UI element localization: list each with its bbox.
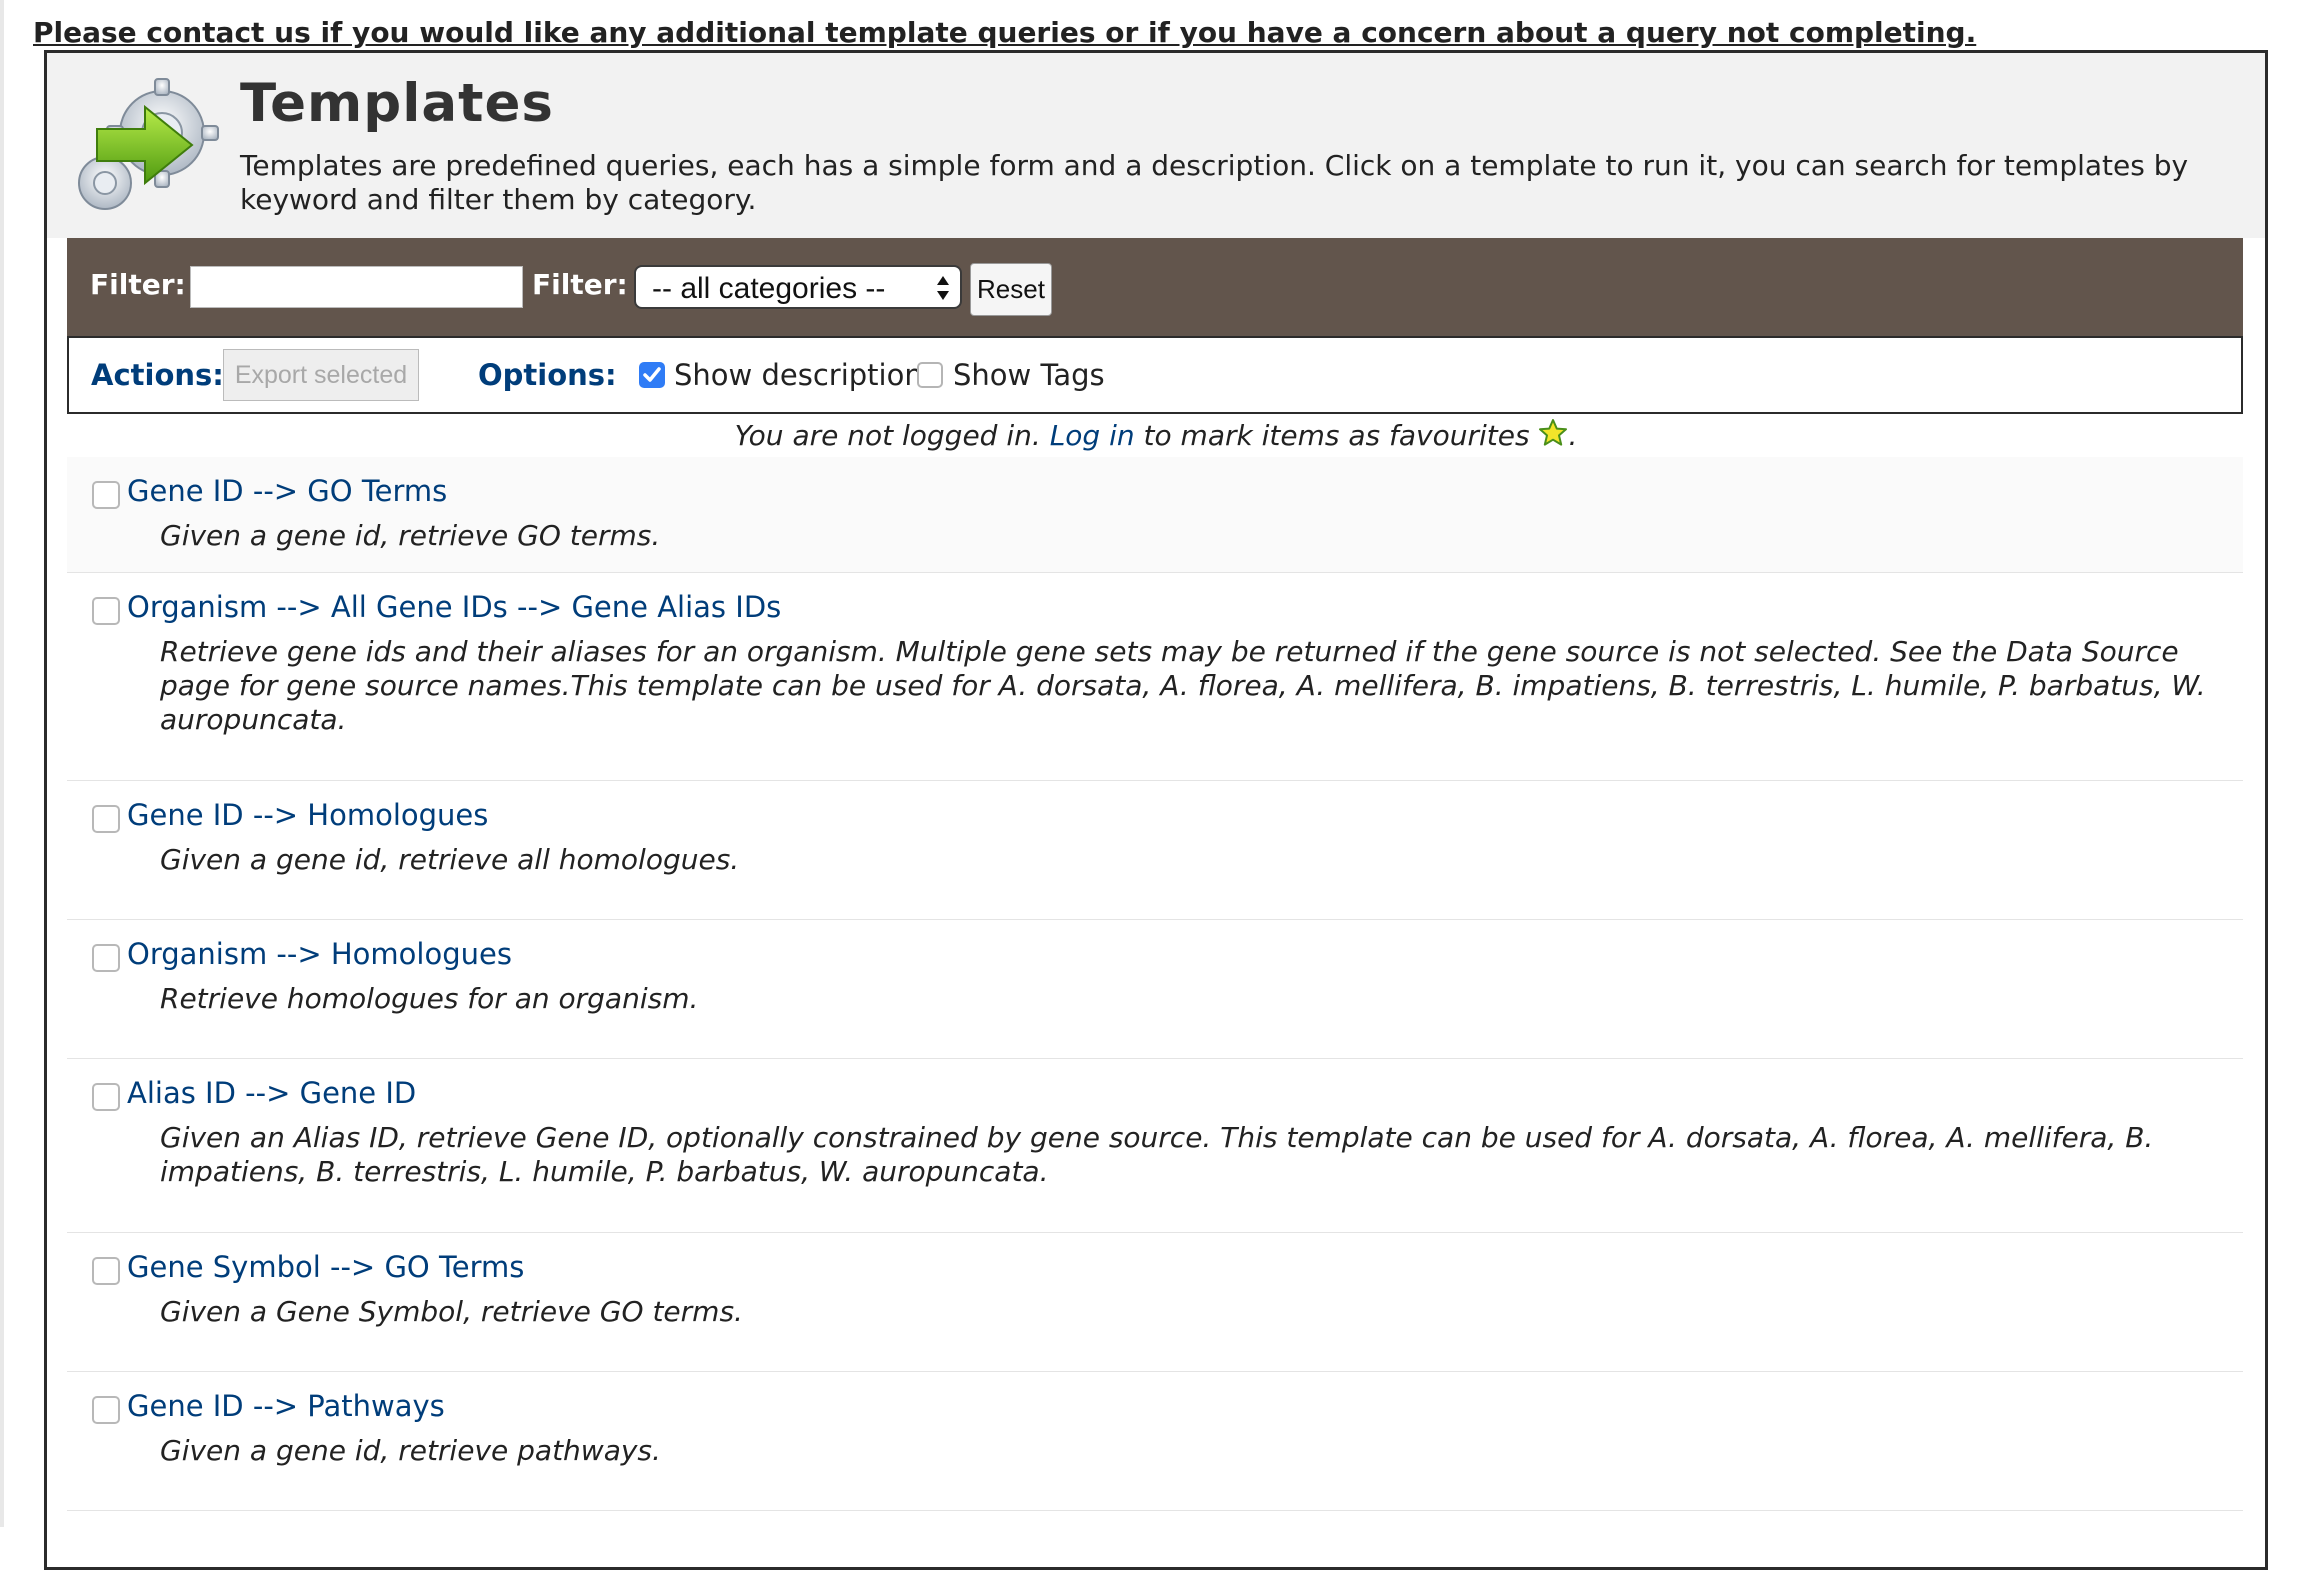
show-descriptions-checkbox[interactable] <box>639 362 665 388</box>
updown-icon <box>937 276 949 300</box>
template-item: Gene Symbol --> GO Terms Given a Gene Sy… <box>67 1233 2243 1372</box>
template-select-checkbox[interactable] <box>92 944 120 972</box>
show-tags-label: Show Tags <box>953 358 1105 392</box>
template-select-checkbox[interactable] <box>92 805 120 833</box>
filter-bar: Filter: Filter: -- all categories -- Res… <box>67 238 2243 336</box>
actions-bar: Actions: Export selected Options: Show d… <box>67 336 2243 414</box>
template-link[interactable]: Gene ID --> Pathways <box>127 1389 445 1423</box>
template-link[interactable]: Alias ID --> Gene ID <box>127 1076 416 1110</box>
login-note-end: . <box>1568 419 1578 452</box>
template-item: Gene ID --> GO Terms Given a gene id, re… <box>67 457 2243 573</box>
template-description: Retrieve gene ids and their aliases for … <box>160 635 2206 736</box>
template-item: Gene ID --> Homologues Given a gene id, … <box>67 781 2243 920</box>
template-select-checkbox[interactable] <box>92 1396 120 1424</box>
template-description: Given an Alias ID, retrieve Gene ID, opt… <box>160 1121 2154 1188</box>
show-descriptions-label: Show descriptions <box>674 358 938 392</box>
template-description: Given a gene id, retrieve pathways. <box>160 1434 661 1467</box>
template-link[interactable]: Gene ID --> GO Terms <box>127 474 447 508</box>
export-selected-button[interactable]: Export selected <box>223 349 419 401</box>
login-note: You are not logged in. Log in to mark it… <box>47 414 2265 458</box>
template-link[interactable]: Organism --> Homologues <box>127 937 512 971</box>
login-link[interactable]: Log in <box>1050 419 1135 452</box>
star-icon <box>1539 419 1568 446</box>
category-filter-label: Filter: <box>532 268 628 301</box>
template-select-checkbox[interactable] <box>92 1083 120 1111</box>
keyword-filter-label: Filter: <box>90 268 186 301</box>
reset-button[interactable]: Reset <box>970 263 1052 316</box>
template-link[interactable]: Organism --> All Gene IDs --> Gene Alias… <box>127 590 781 624</box>
templates-gear-arrow-icon <box>78 78 219 210</box>
template-link[interactable]: Gene ID --> Homologues <box>127 798 488 832</box>
show-tags-checkbox[interactable] <box>917 362 943 388</box>
template-item: Gene ID --> Pathways Given a gene id, re… <box>67 1372 2243 1511</box>
login-note-prefix: You are not logged in. <box>734 419 1041 452</box>
template-item: Organism --> Homologues Retrieve homolog… <box>67 920 2243 1059</box>
template-description: Retrieve homologues for an organism. <box>160 982 699 1015</box>
template-item: Organism --> All Gene IDs --> Gene Alias… <box>67 573 2243 781</box>
category-select-value: -- all categories -- <box>652 272 886 305</box>
login-note-suffix: to mark items as favourites <box>1143 419 1530 452</box>
contact-notice-link[interactable]: Please contact us if you would like any … <box>33 16 1976 49</box>
template-description: Given a gene id, retrieve all homologues… <box>160 843 740 876</box>
keyword-filter-input[interactable] <box>190 266 523 308</box>
page-left-edge <box>0 0 4 1527</box>
page-title: Templates <box>240 73 554 134</box>
template-select-checkbox[interactable] <box>92 481 120 509</box>
category-select[interactable]: -- all categories -- <box>634 265 962 309</box>
template-select-checkbox[interactable] <box>92 1257 120 1285</box>
checkmark-icon <box>643 367 661 382</box>
template-description: Given a gene id, retrieve GO terms. <box>160 519 661 552</box>
template-link[interactable]: Gene Symbol --> GO Terms <box>127 1250 524 1284</box>
template-item: Alias ID --> Gene ID Given an Alias ID, … <box>67 1059 2243 1233</box>
actions-label: Actions: <box>91 358 224 392</box>
templates-panel: Templates Templates are predefined queri… <box>44 50 2268 1570</box>
template-select-checkbox[interactable] <box>92 597 120 625</box>
page-description: Templates are predefined queries, each h… <box>240 149 2189 216</box>
templates-header: Templates Templates are predefined queri… <box>47 53 2265 238</box>
template-description: Given a Gene Symbol, retrieve GO terms. <box>160 1295 743 1328</box>
options-label: Options: <box>478 358 617 392</box>
